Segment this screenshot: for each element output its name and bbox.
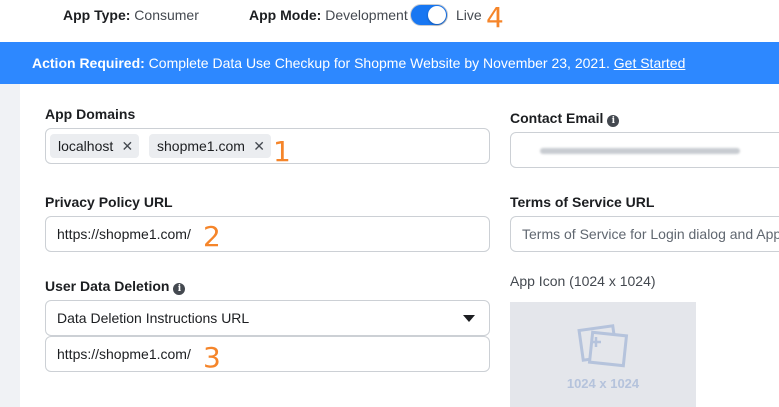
remove-tag-icon[interactable]: ✕ bbox=[253, 134, 265, 158]
user-data-deletion-label-text: User Data Deletion bbox=[45, 278, 170, 294]
app-icon-upload[interactable]: 1024 x 1024 bbox=[510, 302, 696, 407]
privacy-policy-input[interactable]: https://shopme1.com/ bbox=[45, 216, 490, 252]
get-started-link[interactable]: Get Started bbox=[614, 55, 686, 71]
domain-tag: shopme1.com ✕ bbox=[149, 134, 271, 158]
live-label: Live bbox=[456, 7, 482, 23]
redacted-email bbox=[540, 148, 740, 154]
app-type: App Type: Consumer bbox=[63, 7, 199, 23]
app-domains-input[interactable]: localhost ✕ shopme1.com ✕ bbox=[45, 128, 490, 164]
terms-of-service-label: Terms of Service URL bbox=[510, 194, 655, 210]
annotation-3: 3 bbox=[203, 341, 221, 374]
domain-tag-label: shopme1.com bbox=[157, 138, 245, 154]
privacy-policy-label: Privacy Policy URL bbox=[45, 194, 173, 210]
image-icon bbox=[577, 324, 629, 368]
banner-title: Action Required: bbox=[32, 55, 145, 71]
app-mode-toggle[interactable] bbox=[410, 4, 448, 26]
deletion-url-input[interactable]: https://shopme1.com/ bbox=[45, 336, 490, 372]
info-icon[interactable]: i bbox=[607, 115, 620, 127]
annotation-1: 1 bbox=[273, 135, 291, 168]
user-data-deletion-label: User Data Deletion i bbox=[45, 278, 186, 295]
contact-email-label-text: Contact Email bbox=[510, 110, 604, 126]
app-type-label: App Type: bbox=[63, 7, 131, 23]
app-mode-label: App Mode: bbox=[249, 7, 322, 23]
annotation-2: 2 bbox=[203, 220, 221, 253]
banner-text: Complete Data Use Checkup for Shopme Web… bbox=[148, 55, 610, 71]
info-icon[interactable]: i bbox=[173, 283, 186, 295]
app-domains-label: App Domains bbox=[45, 106, 136, 122]
deletion-method-value: Data Deletion Instructions URL bbox=[57, 310, 250, 326]
annotation-4: 4 bbox=[486, 1, 504, 34]
app-icon-label: App Icon (1024 x 1024) bbox=[510, 273, 656, 289]
app-header-bar: App Type: Consumer App Mode: Development… bbox=[0, 0, 779, 42]
app-mode-value: Development bbox=[325, 7, 408, 23]
domain-tag-label: localhost bbox=[58, 138, 114, 154]
app-type-value: Consumer bbox=[134, 7, 199, 23]
deletion-method-select[interactable]: Data Deletion Instructions URL bbox=[45, 300, 490, 336]
action-required-banner: Action Required: Complete Data Use Check… bbox=[0, 42, 779, 84]
terms-of-service-input[interactable]: Terms of Service for Login dialog and Ap… bbox=[510, 216, 779, 252]
toggle-knob bbox=[428, 6, 446, 24]
remove-tag-icon[interactable]: ✕ bbox=[122, 134, 134, 158]
app-mode: App Mode: Development bbox=[249, 7, 408, 23]
domain-tag: localhost ✕ bbox=[50, 134, 140, 158]
app-icon-size: 1024 x 1024 bbox=[566, 376, 640, 391]
chevron-down-icon bbox=[463, 315, 475, 322]
contact-email-label: Contact Email i bbox=[510, 110, 620, 127]
